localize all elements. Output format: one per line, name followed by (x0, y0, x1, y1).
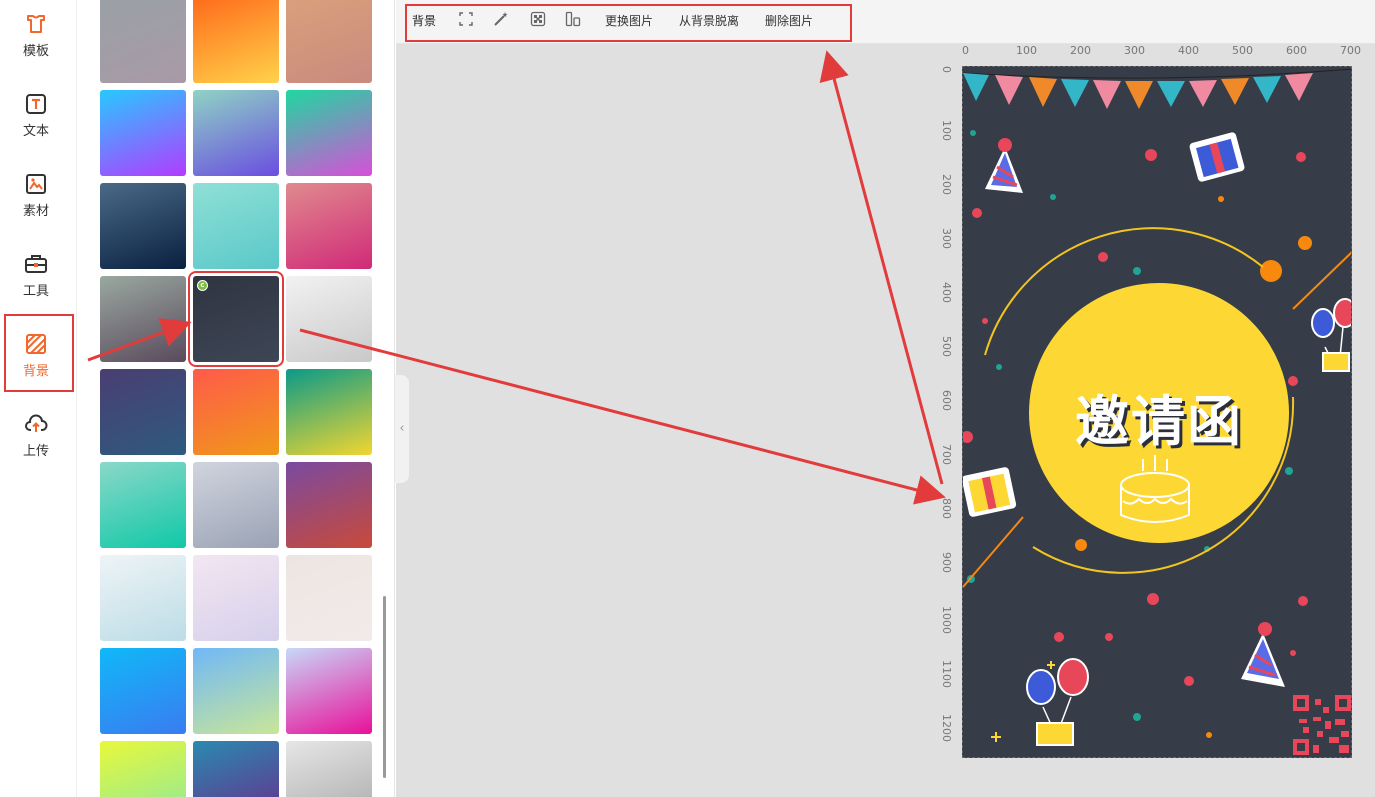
background-swatch[interactable] (193, 90, 279, 176)
ruler-tick: 200 (1070, 44, 1091, 57)
background-swatch[interactable] (100, 741, 186, 797)
ruler-tick: 1200 (940, 714, 953, 742)
ruler-tick: 300 (940, 228, 953, 249)
background-swatch[interactable] (100, 183, 186, 269)
qr-code-icon (1293, 695, 1351, 755)
background-swatch[interactable] (286, 462, 372, 548)
detach-background-button[interactable]: 从背景脱离 (679, 12, 739, 29)
background-swatch[interactable] (286, 648, 372, 734)
text-icon (26, 94, 46, 114)
background-swatch[interactable] (286, 741, 372, 797)
background-swatch[interactable] (100, 90, 186, 176)
background-swatch[interactable] (100, 369, 186, 455)
ruler-tick: 700 (1340, 44, 1361, 57)
flip-icon[interactable] (565, 11, 581, 27)
nav-item-upload[interactable]: 上传 (0, 400, 72, 476)
ruler-top: 0 100 200 300 400 500 600 700 (962, 44, 1375, 64)
selected-badge-icon: c (197, 280, 208, 291)
ruler-tick: 600 (940, 390, 953, 411)
ruler-tick: 100 (1016, 44, 1037, 57)
background-swatch[interactable] (193, 369, 279, 455)
background-swatch[interactable] (100, 276, 186, 362)
balloons-icon (1311, 298, 1351, 372)
background-swatch[interactable] (100, 462, 186, 548)
upload-icon (25, 414, 48, 432)
gift-box-icon (1189, 132, 1245, 182)
ruler-tick: 0 (940, 66, 953, 73)
panel-scrollbar[interactable] (383, 596, 386, 778)
background-swatch-panel: c (77, 0, 395, 797)
nav-item-material[interactable]: 素材 (0, 160, 72, 236)
background-swatch[interactable] (193, 741, 279, 797)
ruler-tick: 900 (940, 552, 953, 573)
ruler-tick: 200 (940, 174, 953, 195)
balloons-icon (991, 658, 1089, 746)
nav-label: 上传 (22, 444, 49, 459)
gift-box-icon (963, 467, 1017, 517)
bunting-flags (963, 68, 1351, 109)
background-swatch[interactable] (286, 369, 372, 455)
ruler-tick: 500 (940, 336, 953, 357)
editor-app: 模板 文本 素材 工具 背景 上传 c ‹ 背景 更换图片 从背景脱离 删除图片… (0, 0, 1375, 797)
nav-label: 模板 (22, 44, 49, 59)
panel-collapse-button[interactable]: ‹ (395, 375, 409, 483)
party-hat-icon (1241, 622, 1285, 687)
image-icon (26, 174, 46, 194)
fullscreen-icon[interactable] (458, 11, 474, 27)
nav-label: 素材 (22, 204, 49, 219)
nav-label: 工具 (22, 284, 49, 299)
ruler-tick: 400 (1178, 44, 1199, 57)
design-canvas[interactable]: 邀请函 (962, 66, 1352, 758)
ruler-tick: 0 (962, 44, 969, 57)
background-swatch[interactable] (100, 555, 186, 641)
mosaic-icon[interactable] (530, 11, 546, 27)
magic-wand-icon[interactable] (493, 11, 509, 27)
background-swatch[interactable] (193, 0, 279, 83)
background-swatch[interactable] (193, 648, 279, 734)
nav-item-tools[interactable]: 工具 (0, 240, 72, 316)
ruler-tick: 500 (1232, 44, 1253, 57)
ruler-tick: 1000 (940, 606, 953, 634)
invitation-title[interactable]: 邀请函 (1029, 377, 1289, 456)
background-swatch[interactable] (100, 0, 186, 83)
party-hat-icon (985, 138, 1023, 193)
ruler-tick: 700 (940, 444, 953, 465)
background-swatch[interactable] (286, 276, 372, 362)
toolbox-icon (25, 255, 47, 273)
ruler-tick: 1100 (940, 660, 953, 688)
ruler-tick: 400 (940, 282, 953, 303)
ruler-tick: 300 (1124, 44, 1145, 57)
left-nav: 模板 文本 素材 工具 背景 上传 (0, 0, 77, 797)
toolbar-section-label: 背景 (412, 14, 437, 28)
background-swatch[interactable] (100, 648, 186, 734)
template-icon (27, 15, 45, 33)
background-swatch[interactable]: c (188, 271, 284, 367)
replace-image-button[interactable]: 更换图片 (605, 12, 653, 29)
ruler-tick: 800 (940, 498, 953, 519)
background-swatch[interactable] (286, 90, 372, 176)
ruler-tick: 600 (1286, 44, 1307, 57)
ruler-tick: 100 (940, 120, 953, 141)
background-swatch[interactable] (193, 462, 279, 548)
background-swatch[interactable] (193, 555, 279, 641)
background-swatch[interactable] (286, 0, 372, 83)
delete-image-button[interactable]: 删除图片 (765, 12, 813, 29)
background-swatch[interactable] (286, 183, 372, 269)
background-swatch[interactable] (193, 183, 279, 269)
nav-item-text[interactable]: 文本 (0, 80, 72, 156)
nav-item-template[interactable]: 模板 (0, 0, 72, 76)
nav-highlight-box (4, 314, 74, 392)
nav-label: 文本 (22, 124, 49, 139)
background-swatch[interactable] (286, 555, 372, 641)
ruler-left: 0 100 200 300 400 500 600 700 800 900 1000 1100 1200 (938, 66, 960, 760)
